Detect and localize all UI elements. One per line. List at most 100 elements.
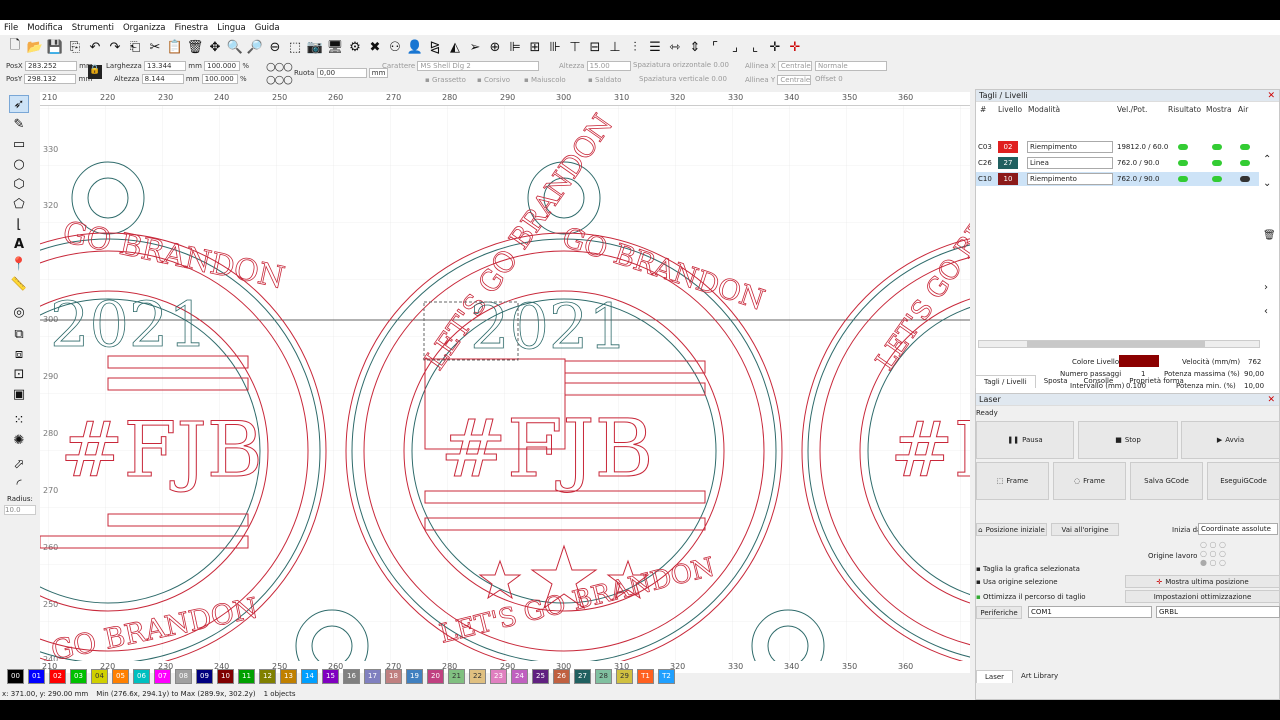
show-toggle[interactable] [1212,176,1222,182]
menu-language[interactable]: Lingua [217,23,245,33]
monitor-icon[interactable]: 🖥 [326,38,344,56]
palette-swatch[interactable]: 00 [7,668,24,684]
zoom-in-icon[interactable]: 🔍 [226,38,244,56]
move-icon[interactable]: ✥ [206,38,224,56]
zoom-fit-icon[interactable]: ⊖ [266,38,284,56]
palette-swatch[interactable]: 09 [196,668,213,684]
polygon-icon[interactable]: ⬡ [9,175,29,193]
distribute-h-icon[interactable]: ⫶ [626,38,644,56]
align-top-icon[interactable]: ⊤ [566,38,584,56]
palette-swatch[interactable]: 01 [28,668,45,684]
crosshair-icon[interactable]: ✛ [766,38,784,56]
node-edit-icon[interactable]: ⬀ [9,455,29,473]
align-right-icon[interactable]: ⊪ [546,38,564,56]
line-icon[interactable]: ⌊ [9,215,29,233]
mirror-v-icon[interactable]: ◭ [446,38,464,56]
use-origin-check[interactable]: ▪ Usa origine selezione [976,578,1058,586]
new-file-icon[interactable]: 🗋 [6,38,24,56]
boolean-weld-icon[interactable]: ▣ [9,385,29,403]
boolean-union-icon[interactable]: ⧉ [9,325,29,343]
settings-icon[interactable]: ⚙ [346,38,364,56]
palette-swatch[interactable]: 12 [259,668,276,684]
palette-swatch[interactable]: 29 [616,668,633,684]
menu-edit[interactable]: Modifica [27,23,63,33]
corner-bl-icon[interactable]: ⌞ [746,38,764,56]
mode-select[interactable]: Riempimento [1027,141,1113,153]
palette-swatch[interactable]: 16 [343,668,360,684]
delete-icon[interactable]: 🗑 [186,38,204,56]
zoom-frame-icon[interactable]: ⬚ [286,38,304,56]
palette-swatch[interactable]: T2 [658,668,675,684]
palette-swatch[interactable]: 14 [301,668,318,684]
cut-selected-check[interactable]: ▪ Taglia la grafica selezionata [976,565,1080,573]
air-toggle[interactable] [1240,176,1250,182]
menu-tools[interactable]: Strumenti [72,23,114,33]
palette-swatch[interactable]: 03 [70,668,87,684]
mode-select[interactable]: Riempimento [1027,173,1113,185]
output-toggle[interactable] [1178,176,1188,182]
cut-layer-row[interactable]: C03 02 Riempimento 19812.0 / 60.0 [976,140,1259,154]
stop-button[interactable]: ■ Stop [1078,421,1178,459]
open-folder-icon[interactable]: 📂 [26,38,44,56]
font-select[interactable]: MS Shell Dlg 2 [417,61,540,71]
tab-move[interactable]: Sposta [1036,375,1076,388]
circular-array-icon[interactable]: ✺ [9,431,29,449]
show-toggle[interactable] [1212,144,1222,150]
design-canvas[interactable]: 330 320 300 290 280 270 260 250 240 GO B… [40,106,970,661]
align-bottom-icon[interactable]: ⊥ [606,38,624,56]
align-left-icon[interactable]: ⊫ [506,38,524,56]
show-last-position-button[interactable]: ✛ Mostra ultima posizione [1125,575,1280,588]
paste-icon[interactable]: 📋 [166,38,184,56]
weld-check[interactable]: Saldato [595,76,621,84]
bold-check[interactable]: Grassetto [432,76,466,84]
max-power-input[interactable]: 90,00 [1244,370,1264,378]
distribute-v-icon[interactable]: ☰ [646,38,664,56]
grid-array-icon[interactable]: ⁙ [9,411,29,429]
cut-layer-row[interactable]: C26 27 Linea 762.0 / 90.0 [976,156,1259,170]
mirror-h-icon[interactable]: ⧎ [426,38,444,56]
palette-swatch[interactable]: 26 [553,668,570,684]
palette-swatch[interactable]: 08 [175,668,192,684]
palette-swatch[interactable]: 10 [217,668,234,684]
text-tool-icon[interactable]: A [9,235,29,253]
run-gcode-button[interactable]: EseguiGCode [1207,462,1280,500]
palette-swatch[interactable]: 15 [322,668,339,684]
show-toggle[interactable] [1212,160,1222,166]
tab-art-library[interactable]: Art Library [1013,670,1066,683]
menu-help[interactable]: Guida [255,23,280,33]
ellipse-icon[interactable]: ○ [9,155,29,173]
target-icon[interactable]: ⊕ [486,38,504,56]
palette-swatch[interactable]: 07 [154,668,171,684]
move-down-icon[interactable]: ⌄ [1263,178,1271,189]
select-arrow-icon[interactable]: ➶ [9,95,29,113]
save-gcode-button[interactable]: Salva GCode [1130,462,1203,500]
alignx-select[interactable]: Centrale [777,61,812,71]
cut-icon[interactable]: ✂ [146,38,164,56]
path-icon[interactable]: ⬠ [9,195,29,213]
optimization-settings-button[interactable]: Impostazioni ottimizzazione [1125,590,1280,603]
palette-swatch[interactable]: 17 [364,668,381,684]
width-pct-input[interactable]: 100.000 [204,61,241,71]
optimize-check[interactable]: ▪ Ottimizza il percorso di taglio [976,593,1086,601]
cuts-h-scrollbar[interactable] [978,340,1260,348]
tools-icon[interactable]: ✖ [366,38,384,56]
move-up-icon[interactable]: ⌃ [1263,154,1271,165]
lock-icon[interactable]: 🔒 [88,65,102,79]
corner-tl-icon[interactable]: ⌜ [706,38,724,56]
italic-check[interactable]: Corsivo [484,76,510,84]
height-input[interactable]: 8.144 [141,74,184,84]
zoom-out-icon[interactable]: 🔎 [246,38,264,56]
anchor-grid-icon[interactable]: ○○○ ○○○ [266,60,293,86]
redo-icon[interactable]: ↷ [106,38,124,56]
air-toggle[interactable] [1240,144,1250,150]
go-origin-button[interactable]: Vai all'origine [1051,523,1119,536]
pause-button[interactable]: ❚❚ Pausa [976,421,1074,459]
aligny-select[interactable]: Centrale [777,75,812,85]
palette-swatch[interactable]: 24 [511,668,528,684]
output-toggle[interactable] [1178,144,1188,150]
corner-round-icon[interactable]: ◜ [9,475,29,493]
tab-shape-properties[interactable]: Proprietà forma [1121,375,1192,388]
trash-icon[interactable]: 🗑 [1263,230,1276,241]
space-h-icon[interactable]: ⇿ [666,38,684,56]
measure-icon[interactable]: 📏 [9,275,29,293]
